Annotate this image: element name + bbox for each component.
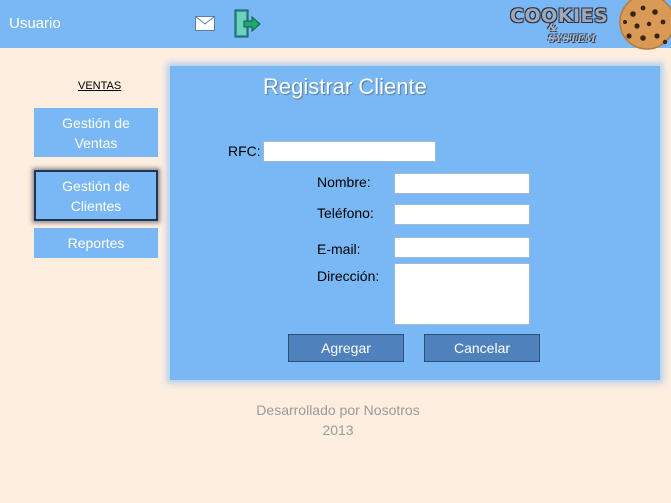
logo: COOKIES & SYSTEM [508,5,608,45]
register-client-form: Registrar Cliente RFC: Nombre: Teléfono:… [170,66,660,380]
agregar-button[interactable]: Agregar [288,334,404,362]
exit-icon[interactable] [233,9,261,39]
cancelar-button[interactable]: Cancelar [424,334,540,362]
footer: Desarrollado por Nosotros 2013 [170,400,506,440]
direccion-textarea[interactable] [394,263,530,325]
telefono-input[interactable] [394,204,530,225]
sidebar-item-label: Reportes [67,235,125,251]
logo-subtext: & SYSTEM [548,23,596,45]
mail-icon[interactable] [195,16,215,31]
sidebar-item-label: Gestión de Ventas [62,114,130,151]
sidebar-item-gestion-ventas[interactable]: Gestión de Ventas [34,108,158,157]
rfc-input[interactable] [263,141,436,162]
footer-year: 2013 [322,422,354,438]
form-title: Registrar Cliente [263,74,427,99]
sidebar-item-reportes[interactable]: Reportes [34,228,158,258]
rfc-label: RFC: [228,143,261,159]
footer-credit: Desarrollado por Nosotros [256,402,420,418]
email-label: E-mail: [317,241,361,257]
sidebar-item-label: Gestión de Clientes [62,177,130,214]
telefono-label: Teléfono: [317,205,374,221]
cookie-icon [619,0,671,50]
sidebar-section-title[interactable]: VENTAS [78,80,121,92]
nombre-label: Nombre: [317,174,371,190]
email-input[interactable] [394,237,530,258]
user-label[interactable]: Usuario [9,15,61,32]
sidebar-item-gestion-clientes[interactable]: Gestión de Clientes [34,170,158,221]
top-bar: Usuario COOKIES & SYSTEM [0,0,671,50]
direccion-label: Dirección: [317,268,380,284]
nombre-input[interactable] [394,173,530,194]
